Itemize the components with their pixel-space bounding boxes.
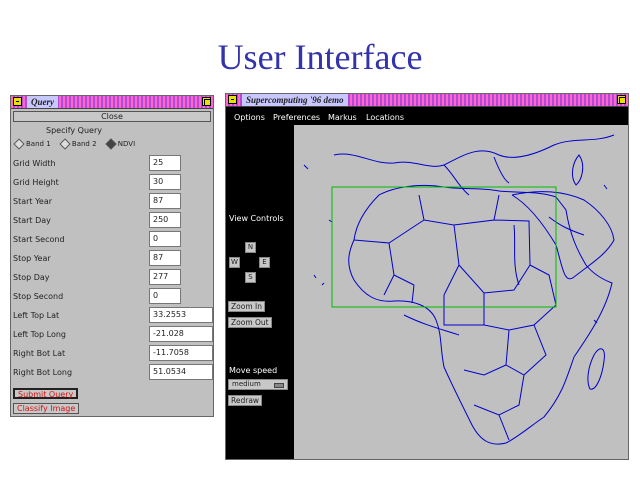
map-canvas[interactable] xyxy=(294,125,628,459)
redraw-button[interactable]: Redraw xyxy=(228,395,263,406)
field-label: Start Second xyxy=(13,235,65,244)
stop-year-input[interactable]: 87 xyxy=(149,250,181,266)
slide-title: User Interface xyxy=(217,37,423,77)
right-bot-long-input[interactable]: 51.0534 xyxy=(149,364,213,380)
field-label: Stop Year xyxy=(13,254,51,263)
field-row: Stop Year 87 xyxy=(13,250,213,268)
view-controls-label: View Controls xyxy=(229,214,284,223)
stop-second-input[interactable]: 0 xyxy=(149,288,181,304)
radio-ndvi[interactable]: NDVI xyxy=(105,138,135,150)
option-menu-indicator-icon xyxy=(274,383,284,388)
africa-map xyxy=(303,134,615,445)
field-row: Grid Width 25 xyxy=(13,155,213,173)
query-titlebar[interactable]: Query xyxy=(11,96,213,109)
zoom-in-button[interactable]: Zoom In xyxy=(228,301,265,312)
left-top-lat-input[interactable]: 33.2553 xyxy=(149,307,213,323)
field-row: Stop Day 277 xyxy=(13,269,213,287)
field-row: Left Top Long -21.028 xyxy=(13,326,213,344)
maximize-icon[interactable] xyxy=(617,95,626,104)
sc-titlebar[interactable]: Supercomputing '96 demo xyxy=(226,94,628,107)
river-lines xyxy=(403,224,520,336)
greece-outline xyxy=(493,156,510,184)
menu-markus[interactable]: Markus xyxy=(328,113,357,122)
sc-window-title: Supercomputing '96 demo xyxy=(242,94,348,106)
menu-bar: Options Preferences Markus Locations xyxy=(226,107,628,125)
menu-locations[interactable]: Locations xyxy=(366,113,404,122)
field-label: Stop Day xyxy=(13,273,50,282)
europe-coast xyxy=(333,134,615,167)
move-speed-select[interactable]: medium xyxy=(228,379,288,390)
radio-band-1[interactable]: Band 1 xyxy=(13,138,51,150)
caspian-outline xyxy=(571,154,584,186)
field-row: Start Second 0 xyxy=(13,231,213,249)
grid-width-input[interactable]: 25 xyxy=(149,155,181,171)
right-bot-lat-input[interactable]: -11.7058 xyxy=(149,345,213,361)
query-window: Query Close Specify Query Band 1 Band 2 … xyxy=(10,95,214,417)
field-label: Stop Second xyxy=(13,292,64,301)
africa-coastline xyxy=(348,184,613,445)
field-label: Right Bot Long xyxy=(13,368,73,377)
country-borders xyxy=(353,194,557,441)
pan-north-button[interactable]: N xyxy=(245,242,256,253)
supercomputing-window: Supercomputing '96 demo Options Preferen… xyxy=(225,93,629,460)
field-label: Start Day xyxy=(13,216,51,225)
stop-day-input[interactable]: 277 xyxy=(149,269,181,285)
radio-icon xyxy=(105,138,117,150)
field-row: Right Bot Lat -11.7058 xyxy=(13,345,213,363)
window-menu-icon[interactable] xyxy=(13,97,22,106)
italy-outline xyxy=(443,164,470,196)
zoom-out-button[interactable]: Zoom Out xyxy=(228,317,272,328)
window-menu-icon[interactable] xyxy=(228,95,237,104)
move-speed-label: Move speed xyxy=(229,366,278,375)
field-label: Grid Height xyxy=(13,178,59,187)
classify-image-button[interactable]: Classify Image xyxy=(13,403,80,414)
start-day-input[interactable]: 250 xyxy=(149,212,181,228)
radio-band-2[interactable]: Band 2 xyxy=(59,138,97,150)
specify-query-label: Specify Query xyxy=(46,126,102,135)
pan-south-button[interactable]: S xyxy=(245,272,256,283)
field-row: Stop Second 0 xyxy=(13,288,213,306)
grid-height-input[interactable]: 30 xyxy=(149,174,181,190)
query-window-title: Query xyxy=(27,96,58,108)
maximize-icon[interactable] xyxy=(202,97,211,106)
madagascar-outline xyxy=(587,348,605,390)
field-row: Grid Height 30 xyxy=(13,174,213,192)
submit-query-button[interactable]: Submit Query xyxy=(13,388,79,399)
band-radio-group: Band 1 Band 2 NDVI xyxy=(13,138,143,150)
field-label: Left Top Long xyxy=(13,330,66,339)
close-button[interactable]: Close xyxy=(13,111,211,122)
selection-rectangle xyxy=(331,186,557,308)
field-row: Start Day 250 xyxy=(13,212,213,230)
menu-preferences[interactable]: Preferences xyxy=(273,113,320,122)
field-label: Grid Width xyxy=(13,159,56,168)
control-panel: View Controls N W E S Zoom In Zoom Out M… xyxy=(226,125,294,459)
island-outlines xyxy=(303,164,608,324)
left-top-long-input[interactable]: -21.028 xyxy=(149,326,213,342)
arabia-outline xyxy=(511,191,615,280)
start-second-input[interactable]: 0 xyxy=(149,231,181,247)
radio-icon xyxy=(59,138,71,150)
pan-east-button[interactable]: E xyxy=(259,257,270,268)
field-row: Left Top Lat 33.2553 xyxy=(13,307,213,325)
pan-west-button[interactable]: W xyxy=(229,257,240,268)
field-label: Left Top Lat xyxy=(13,311,60,320)
field-label: Right Bot Lat xyxy=(13,349,66,358)
radio-icon xyxy=(13,138,25,150)
persian-gulf xyxy=(548,216,585,236)
field-row: Start Year 87 xyxy=(13,193,213,211)
field-label: Start Year xyxy=(13,197,53,206)
field-row: Right Bot Long 51.0534 xyxy=(13,364,213,382)
menu-options[interactable]: Options xyxy=(234,113,265,122)
start-year-input[interactable]: 87 xyxy=(149,193,181,209)
